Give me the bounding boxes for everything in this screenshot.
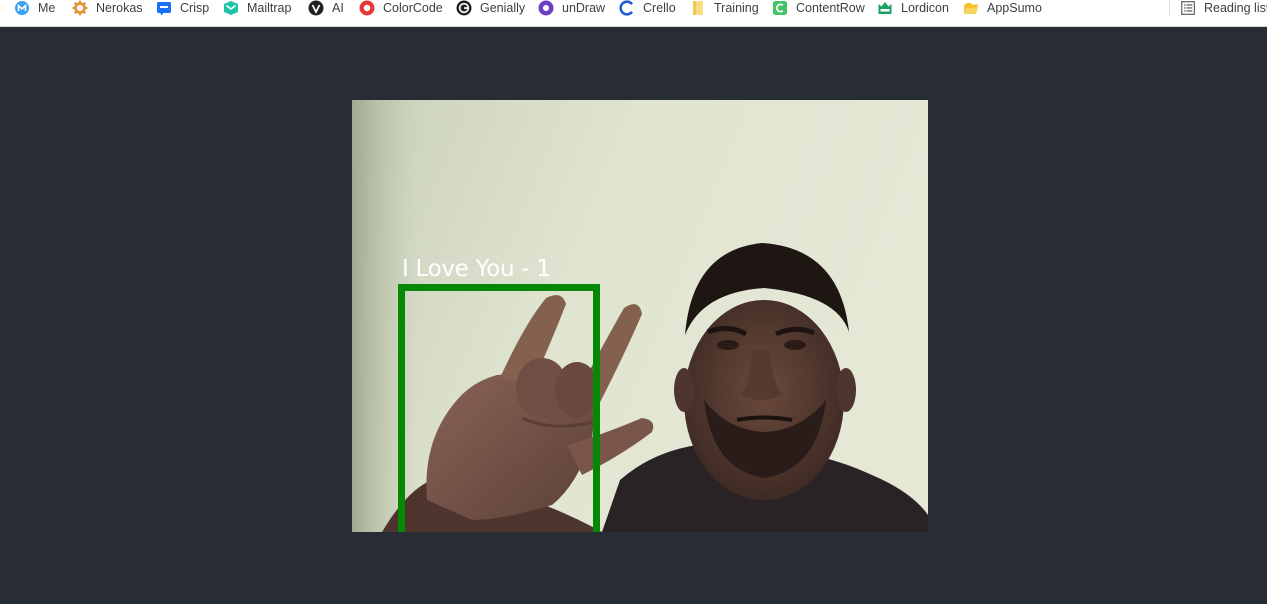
bookmark-label: AppSumo: [987, 1, 1042, 15]
reading-list-button[interactable]: Reading list: [1181, 0, 1267, 16]
bookmark-label: Me: [38, 1, 56, 15]
bookmark-label: Mailtrap: [247, 1, 292, 15]
bookmark-crello[interactable]: Crello: [619, 0, 676, 16]
detection-label: I Love You - 1: [402, 256, 551, 282]
bookmark-label: Crisp: [180, 1, 210, 15]
bookmark-label: Lordicon: [901, 1, 949, 15]
bookmark-training[interactable]: Training: [690, 0, 759, 16]
bookmark-appsumo[interactable]: AppSumo: [963, 0, 1042, 16]
contentrow-icon: [772, 0, 788, 16]
crello-icon: [619, 0, 635, 16]
folder-icon: [690, 0, 706, 16]
bookmark-label: AI: [332, 1, 344, 15]
crisp-icon: [156, 0, 172, 16]
bookmark-genially[interactable]: Genially: [456, 0, 525, 16]
bookmark-crisp[interactable]: Crisp: [156, 0, 209, 16]
bookmarks-bar: Me Nerokas Crisp Mailtrap AI ColorCode G…: [0, 0, 1267, 27]
bookmark-label: Genially: [480, 1, 526, 15]
nerokas-icon: [72, 0, 88, 16]
bookmark-label: Nerokas: [96, 1, 143, 15]
bookmark-ai[interactable]: AI: [308, 0, 344, 16]
reading-list-icon: [1181, 1, 1195, 15]
colorcode-icon: [359, 0, 375, 16]
bookmark-label: ColorCode: [383, 1, 443, 15]
undraw-icon: [538, 0, 554, 16]
bookmarks-divider: [1169, 0, 1170, 16]
genially-icon: [456, 0, 472, 16]
bookmark-colorcode[interactable]: ColorCode: [359, 0, 443, 16]
bookmark-lordicon[interactable]: Lordicon: [877, 0, 949, 16]
folder-icon: [963, 0, 979, 16]
reading-list-label: Reading list: [1204, 1, 1267, 15]
bookmark-contentrow[interactable]: ContentRow: [772, 0, 865, 16]
bookmark-label: ContentRow: [796, 1, 865, 15]
bookmark-label: Training: [714, 1, 759, 15]
bookmark-me[interactable]: Me: [14, 0, 55, 16]
bookmark-label: Crello: [643, 1, 676, 15]
webcam-video-frame: I Love You - 1: [352, 100, 928, 532]
lordicon-icon: [877, 0, 893, 16]
bookmark-undraw[interactable]: unDraw: [538, 0, 605, 16]
bookmark-label: unDraw: [562, 1, 606, 15]
detection-bounding-box: [398, 284, 600, 532]
me-icon: [14, 0, 30, 16]
mailtrap-icon: [223, 0, 239, 16]
bookmark-nerokas[interactable]: Nerokas: [72, 0, 143, 16]
bookmark-mailtrap[interactable]: Mailtrap: [223, 0, 291, 16]
ai-icon: [308, 0, 324, 16]
